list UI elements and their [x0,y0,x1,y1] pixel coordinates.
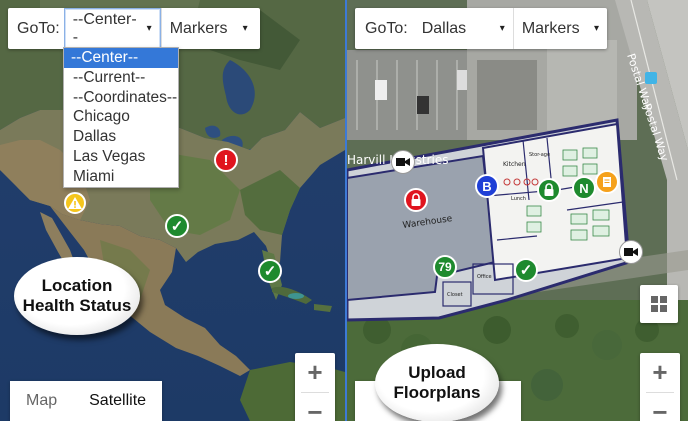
map-type-satellite-button[interactable]: Satellite [73,381,162,421]
callout-line-2: Health Status [22,296,132,315]
alert-marker[interactable]: ! [214,148,238,172]
closet-label: Closet [447,292,463,298]
camera-marker[interactable] [391,150,415,174]
goto-toolbar: GoTo: Dallas ▾ Markers ▾ [355,8,607,49]
location-health-status-callout: Location Health Status [14,257,140,335]
warning-icon [68,197,82,209]
camera-marker[interactable] [619,240,643,264]
zoom-in-button[interactable]: + [295,353,335,392]
lock-icon [411,193,421,206]
markers-select[interactable]: Markers ▾ [160,8,256,49]
left-map-panel[interactable]: ! ✓ ✓ Location Health Status GoTo: --Cent… [0,0,345,421]
zoom-out-button[interactable]: − [640,393,680,421]
dropdown-option-dallas[interactable]: Dallas [64,127,178,147]
upload-floorplans-callout: Upload Floorplans [375,344,499,421]
map-type-map-button[interactable]: Map [10,381,73,421]
location-select[interactable]: Dallas ▾ [414,8,513,49]
location-dropdown-list[interactable]: --Center-- --Current-- --Coordinates-- C… [63,47,179,188]
zoom-control: + − [295,353,335,421]
storage-label: Stor-age [529,152,550,158]
chevron-down-icon: ▾ [242,23,248,34]
callout-line-1: Location [41,276,113,295]
goto-label: GoTo: [17,19,60,37]
dropdown-option-chicago[interactable]: Chicago [64,107,178,127]
ok-marker[interactable]: ✓ [514,258,538,282]
map-type-control: Map Satellite [10,381,163,421]
ok-marker[interactable]: ✓ [258,259,282,283]
lock-alert-marker[interactable] [404,188,428,212]
right-map-panel[interactable]: Postal Way Postal Way Warehouse Kitchen … [347,0,688,421]
zoom-in-button[interactable]: + [640,353,680,392]
layers-button[interactable] [640,285,678,323]
chevron-down-icon: ▾ [146,23,152,34]
dropdown-option-coordinates[interactable]: --Coordinates-- [64,88,178,108]
markers-select[interactable]: Markers ▾ [512,8,607,49]
badge-n-marker[interactable]: N [572,176,596,200]
warning-marker[interactable] [64,192,86,214]
location-select-value: --Center-- [72,10,137,46]
chevron-down-icon: ▾ [593,23,599,34]
location-select[interactable]: --Center-- ▾ [63,8,161,49]
lunch-label: Lunch [511,196,526,202]
office-label: Office [477,274,492,280]
count-79-marker[interactable]: 79 [433,255,457,279]
kitchen-label: Kitchen [503,161,526,168]
zoom-control: + − [640,353,680,421]
dropdown-option-current[interactable]: --Current-- [64,68,178,88]
chevron-down-icon: ▾ [499,23,505,34]
camera-icon [396,158,410,166]
badge-b-marker[interactable]: B [475,174,499,198]
callout-line-1: Upload [408,363,466,382]
grid-icon [651,296,667,312]
ok-marker[interactable]: ✓ [165,214,189,238]
goto-label: GoTo: [365,19,408,37]
dropdown-option-las-vegas[interactable]: Las Vegas [64,147,178,167]
markers-select-value: Markers [521,19,580,37]
dropdown-option-miami[interactable]: Miami [64,167,178,187]
note-icon [603,177,611,187]
markers-select-value: Markers [169,19,228,37]
location-select-value: Dallas [421,19,467,37]
goto-toolbar: GoTo: --Center-- ▾ Markers ▾ [8,8,260,49]
zoom-out-button[interactable]: − [295,393,335,421]
callout-line-2: Floorplans [393,383,481,402]
lock-icon [544,183,554,196]
lock-ok-marker[interactable] [537,178,561,202]
note-marker[interactable] [595,170,619,194]
camera-icon [624,248,638,256]
dropdown-option-center[interactable]: --Center-- [64,48,178,68]
